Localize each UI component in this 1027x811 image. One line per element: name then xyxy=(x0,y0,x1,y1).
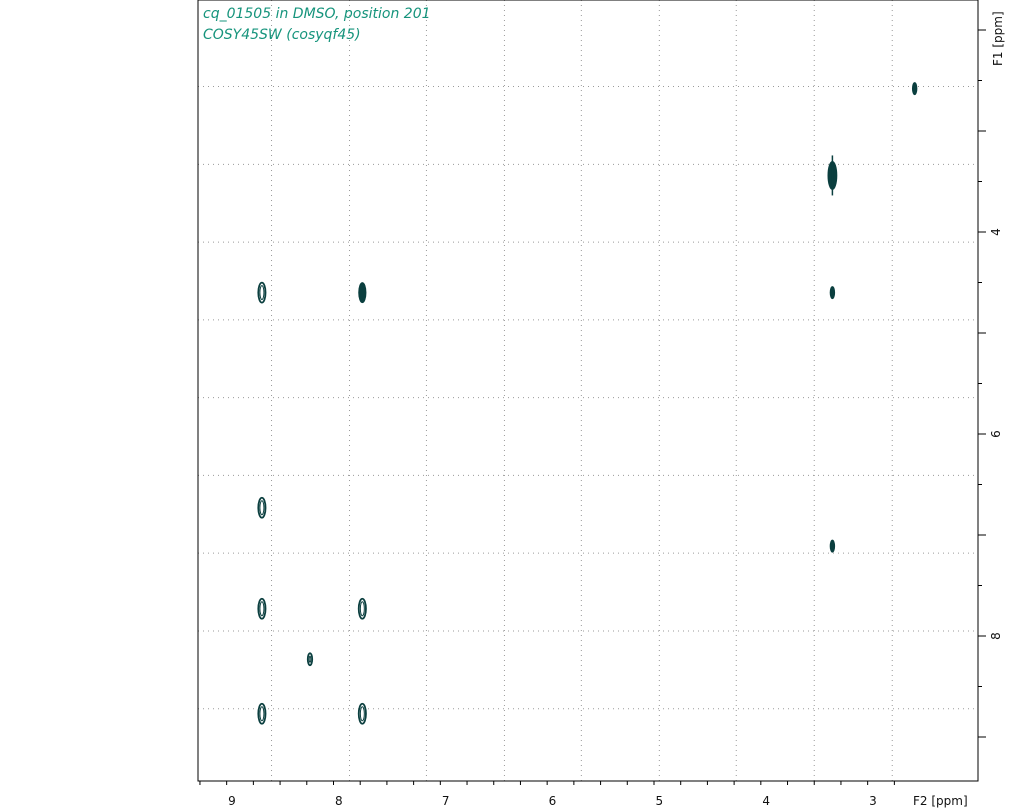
chart-title: cq_01505 in DMSO, position 201 xyxy=(203,6,431,22)
cross-peak-filled xyxy=(829,539,836,553)
x-axis-tick-label: 3 xyxy=(869,794,877,808)
y-axis-tick-label: 6 xyxy=(989,430,1003,438)
cross-peak-filled xyxy=(358,282,367,304)
x-axis-tick-label: 7 xyxy=(442,794,450,808)
x-axis-tick-label: 9 xyxy=(228,794,236,808)
x-axis-label: F2 [ppm] xyxy=(913,794,968,808)
x-axis-tick-label: 4 xyxy=(762,794,770,808)
x-axis-tick-label: 8 xyxy=(335,794,343,808)
x-axis-tick-label: 6 xyxy=(549,794,557,808)
cross-peak-filled xyxy=(911,82,918,96)
cross-peak-filled xyxy=(829,286,836,300)
x-axis-tick-label: 5 xyxy=(656,794,664,808)
plot-background xyxy=(0,0,1027,811)
cosy-spectrum-chart: 9 8 7 6 5 4 3 4 6 8 F2 [ppm] F1 [ppm] xyxy=(0,0,1027,811)
chart-subtitle: COSY45SW (cosyqf45) xyxy=(203,27,361,43)
y-axis-tick-label: 4 xyxy=(989,228,1003,236)
y-axis-label: F1 [ppm] xyxy=(991,11,1005,66)
y-axis-tick-label: 8 xyxy=(989,632,1003,640)
